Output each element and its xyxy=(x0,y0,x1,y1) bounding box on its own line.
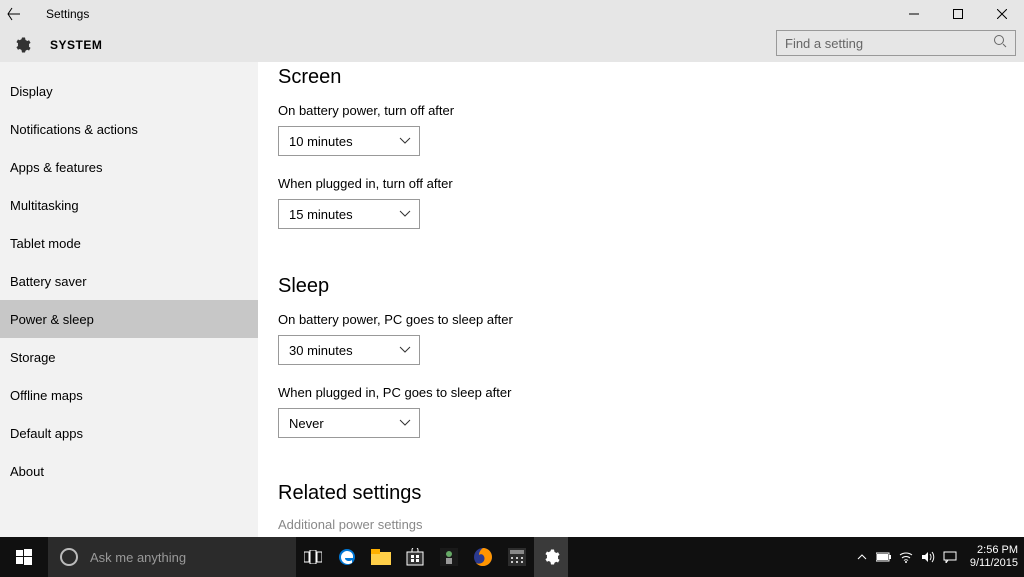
select-value: 15 minutes xyxy=(289,207,409,222)
back-button[interactable] xyxy=(0,0,28,28)
page-title: SYSTEM xyxy=(50,38,102,52)
screen-battery-select[interactable]: 10 minutes xyxy=(278,126,420,156)
search-icon xyxy=(993,34,1007,53)
sidebar-item-label: Storage xyxy=(10,350,56,365)
chevron-down-icon xyxy=(399,414,411,432)
sidebar-item-multitasking[interactable]: Multitasking xyxy=(0,186,258,224)
field-label: When plugged in, PC goes to sleep after xyxy=(278,385,1024,400)
sidebar-item-apps[interactable]: Apps & features xyxy=(0,148,258,186)
search-box[interactable] xyxy=(776,30,1016,56)
header: SYSTEM xyxy=(0,28,1024,62)
sidebar-item-label: Multitasking xyxy=(10,198,79,213)
clock-date: 9/11/2015 xyxy=(970,557,1018,570)
sidebar-item-label: About xyxy=(10,464,44,479)
sidebar-item-label: Power & sleep xyxy=(10,312,94,327)
sidebar-item-default-apps[interactable]: Default apps xyxy=(0,414,258,452)
sidebar-item-label: Apps & features xyxy=(10,160,103,175)
tray-wifi-icon[interactable] xyxy=(898,549,914,565)
screen-plugged-select[interactable]: 15 minutes xyxy=(278,199,420,229)
section-heading-related: Related settings xyxy=(278,482,1024,505)
sidebar-item-tablet[interactable]: Tablet mode xyxy=(0,224,258,262)
field-label: On battery power, PC goes to sleep after xyxy=(278,312,1024,327)
sidebar-item-storage[interactable]: Storage xyxy=(0,338,258,376)
taskbar-app-store[interactable] xyxy=(398,537,432,577)
field-label: When plugged in, turn off after xyxy=(278,176,1024,191)
chevron-down-icon xyxy=(399,341,411,359)
sleep-plugged-select[interactable]: Never xyxy=(278,408,420,438)
section-heading-screen: Screen xyxy=(278,66,1024,89)
cortana-search[interactable]: Ask me anything xyxy=(48,537,296,577)
field-label: On battery power, turn off after xyxy=(278,103,1024,118)
sidebar-item-label: Notifications & actions xyxy=(10,122,138,137)
sidebar-item-label: Default apps xyxy=(10,426,83,441)
close-button[interactable] xyxy=(980,0,1024,28)
minimize-button[interactable] xyxy=(892,0,936,28)
tray-volume-icon[interactable] xyxy=(920,549,936,565)
system-tray: 2:56 PM 9/11/2015 xyxy=(854,537,1024,577)
sidebar: Display Notifications & actions Apps & f… xyxy=(0,62,258,537)
sidebar-item-battery[interactable]: Battery saver xyxy=(0,262,258,300)
taskbar-app-explorer[interactable] xyxy=(364,537,398,577)
tray-battery-icon[interactable] xyxy=(876,549,892,565)
taskbar: Ask me anything 2:56 PM 9/11/2015 xyxy=(0,537,1024,577)
start-button[interactable] xyxy=(0,537,48,577)
sidebar-item-label: Battery saver xyxy=(10,274,87,289)
sidebar-item-offline-maps[interactable]: Offline maps xyxy=(0,376,258,414)
sidebar-item-notifications[interactable]: Notifications & actions xyxy=(0,110,258,148)
section-heading-sleep: Sleep xyxy=(278,275,1024,298)
clock-time: 2:56 PM xyxy=(970,544,1018,557)
taskbar-app-firefox[interactable] xyxy=(466,537,500,577)
chevron-down-icon xyxy=(399,132,411,150)
taskbar-app-generic1[interactable] xyxy=(432,537,466,577)
select-value: 30 minutes xyxy=(289,343,409,358)
gear-icon xyxy=(12,35,32,55)
sidebar-item-about[interactable]: About xyxy=(0,452,258,490)
sidebar-item-label: Offline maps xyxy=(10,388,83,403)
sleep-battery-select[interactable]: 30 minutes xyxy=(278,335,420,365)
sidebar-item-label: Display xyxy=(10,84,53,99)
cortana-icon xyxy=(60,548,78,566)
sidebar-item-display[interactable]: Display xyxy=(0,72,258,110)
additional-power-settings-link[interactable]: Additional power settings xyxy=(278,517,1024,532)
content-pane: Screen On battery power, turn off after … xyxy=(258,62,1024,537)
search-input[interactable] xyxy=(785,36,993,51)
sidebar-item-power[interactable]: Power & sleep xyxy=(0,300,258,338)
select-value: 10 minutes xyxy=(289,134,409,149)
tray-action-center-icon[interactable] xyxy=(942,549,958,565)
maximize-button[interactable] xyxy=(936,0,980,28)
chevron-down-icon xyxy=(399,205,411,223)
tray-show-hidden-icon[interactable] xyxy=(854,549,870,565)
taskbar-app-settings[interactable] xyxy=(534,537,568,577)
window-title: Settings xyxy=(46,7,89,21)
taskbar-clock[interactable]: 2:56 PM 9/11/2015 xyxy=(970,544,1018,570)
cortana-placeholder: Ask me anything xyxy=(90,550,186,565)
sidebar-item-label: Tablet mode xyxy=(10,236,81,251)
titlebar: Settings xyxy=(0,0,1024,28)
taskbar-app-edge[interactable] xyxy=(330,537,364,577)
taskbar-app-calculator[interactable] xyxy=(500,537,534,577)
select-value: Never xyxy=(289,416,409,431)
taskview-button[interactable] xyxy=(296,537,330,577)
settings-window: Settings SYSTEM Display Notifications & … xyxy=(0,0,1024,537)
